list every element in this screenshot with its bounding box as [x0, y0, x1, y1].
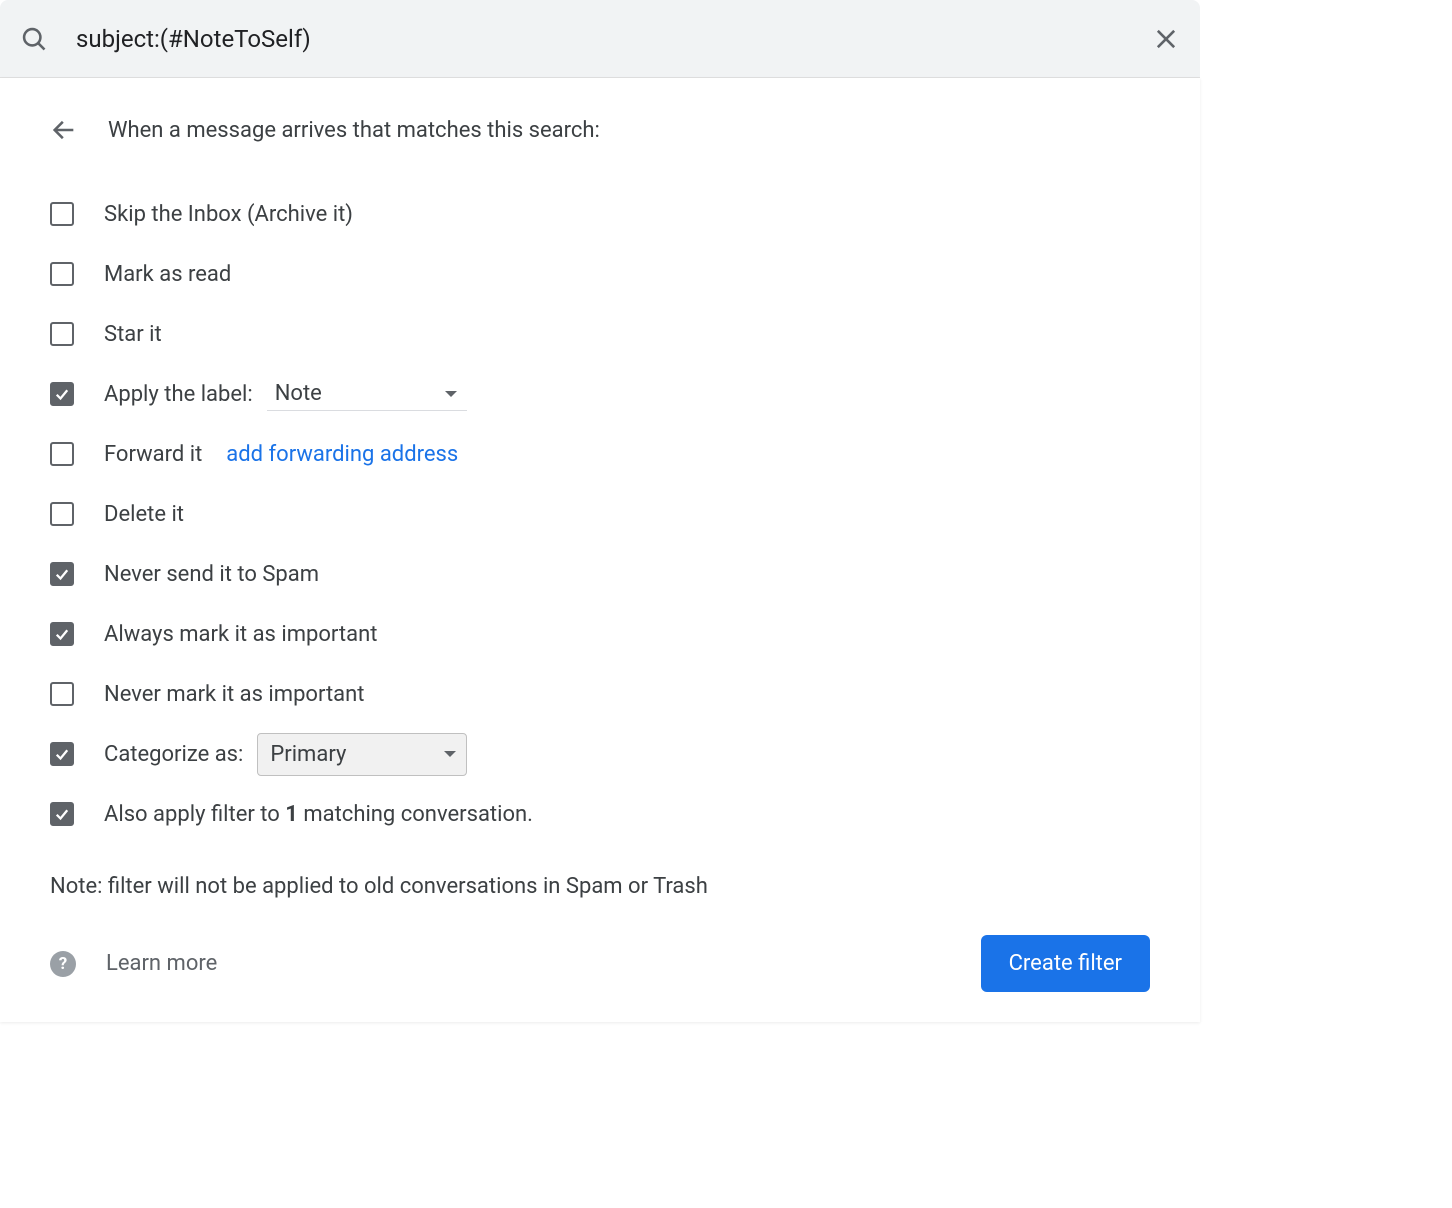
- category-select-value: Primary: [270, 742, 346, 767]
- checkbox-categorize[interactable]: [50, 742, 74, 766]
- checkbox-also-apply[interactable]: [50, 802, 74, 826]
- category-select[interactable]: Primary: [257, 733, 467, 776]
- checkmark-icon: [53, 385, 71, 403]
- label-forward: Forward it: [104, 442, 202, 467]
- label-delete: Delete it: [104, 502, 184, 527]
- create-filter-button[interactable]: Create filter: [981, 935, 1150, 992]
- checkmark-icon: [53, 565, 71, 583]
- label-mark-read: Mark as read: [104, 262, 231, 287]
- checkbox-never-important[interactable]: [50, 682, 74, 706]
- label-categorize: Categorize as:: [104, 742, 243, 767]
- checkmark-icon: [53, 745, 71, 763]
- chevron-down-icon: [444, 751, 456, 757]
- chevron-down-icon: [445, 391, 457, 397]
- label-select[interactable]: Note: [267, 377, 467, 411]
- option-star: Star it: [50, 304, 1150, 364]
- note-text: Note: filter will not be applied to old …: [50, 874, 1150, 899]
- option-never-important: Never mark it as important: [50, 664, 1150, 724]
- filter-options-panel: When a message arrives that matches this…: [0, 78, 1200, 1022]
- footer: ? Learn more Create filter: [50, 935, 1150, 992]
- option-forward: Forward it add forwarding address: [50, 424, 1150, 484]
- checkbox-skip-inbox[interactable]: [50, 202, 74, 226]
- checkbox-never-spam[interactable]: [50, 562, 74, 586]
- option-delete: Delete it: [50, 484, 1150, 544]
- checkbox-delete[interactable]: [50, 502, 74, 526]
- checkmark-icon: [53, 805, 71, 823]
- label-apply-label: Apply the label:: [104, 382, 253, 407]
- panel-header: When a message arrives that matches this…: [50, 116, 1150, 144]
- search-input[interactable]: [48, 25, 1152, 53]
- option-categorize: Categorize as: Primary: [50, 724, 1150, 784]
- option-never-spam: Never send it to Spam: [50, 544, 1150, 604]
- label-always-important: Always mark it as important: [104, 622, 377, 647]
- help-icon[interactable]: ?: [50, 951, 76, 977]
- learn-more-link[interactable]: Learn more: [106, 951, 217, 976]
- checkbox-mark-read[interactable]: [50, 262, 74, 286]
- option-skip-inbox: Skip the Inbox (Archive it): [50, 184, 1150, 244]
- label-never-spam: Never send it to Spam: [104, 562, 319, 587]
- search-bar: [0, 0, 1200, 78]
- back-arrow-icon[interactable]: [50, 116, 78, 144]
- label-skip-inbox: Skip the Inbox (Archive it): [104, 202, 353, 227]
- checkbox-forward[interactable]: [50, 442, 74, 466]
- label-select-value: Note: [275, 381, 322, 406]
- search-icon: [20, 25, 48, 53]
- label-also-apply: Also apply filter to 1 matching conversa…: [104, 802, 533, 827]
- checkbox-always-important[interactable]: [50, 622, 74, 646]
- checkbox-star[interactable]: [50, 322, 74, 346]
- close-icon[interactable]: [1152, 25, 1180, 53]
- label-star: Star it: [104, 322, 162, 347]
- option-apply-label: Apply the label: Note: [50, 364, 1150, 424]
- panel-title: When a message arrives that matches this…: [108, 118, 600, 143]
- option-always-important: Always mark it as important: [50, 604, 1150, 664]
- checkmark-icon: [53, 625, 71, 643]
- add-forwarding-link[interactable]: add forwarding address: [226, 442, 458, 467]
- label-never-important: Never mark it as important: [104, 682, 364, 707]
- checkbox-apply-label[interactable]: [50, 382, 74, 406]
- option-mark-read: Mark as read: [50, 244, 1150, 304]
- option-also-apply: Also apply filter to 1 matching conversa…: [50, 784, 1150, 844]
